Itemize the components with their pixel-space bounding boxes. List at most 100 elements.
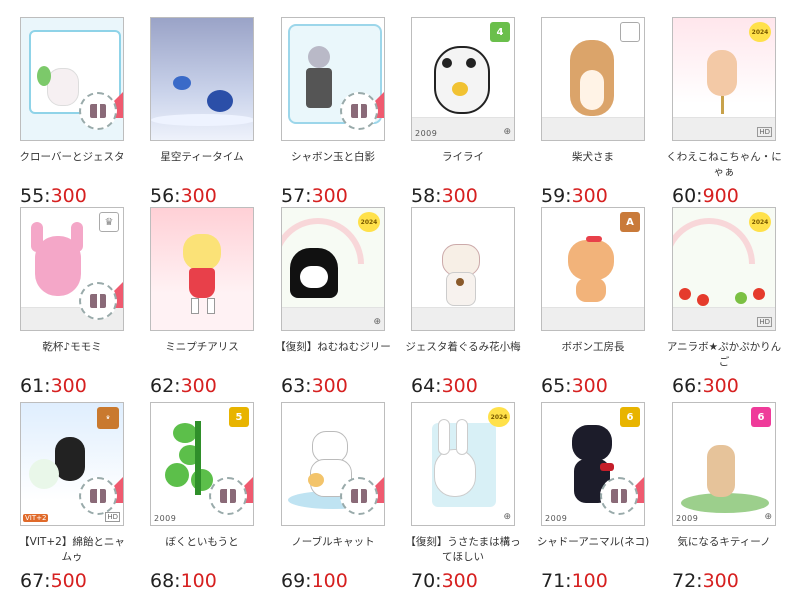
bear-figure <box>47 68 79 106</box>
item-name: シャドーアニマル(ネコ) <box>536 536 650 548</box>
item-thumbnail[interactable] <box>281 17 385 141</box>
item-card[interactable]: ノーブルキャット 69:100 <box>281 402 411 602</box>
item-card[interactable]: ♛ 乾杯♪モモミ 61:300 <box>20 207 150 407</box>
item-card[interactable]: ジェスタ着ぐるみ花小梅 64:300 <box>405 207 541 407</box>
item-thumbnail[interactable]: A <box>541 207 645 331</box>
zoom-icon[interactable]: ⊕ <box>503 512 511 522</box>
item-card[interactable]: 2024 ⊕ 【復刻】うさたまは構ってほしい 70:300 <box>405 402 541 602</box>
character-figure <box>308 46 330 68</box>
item-card[interactable]: 6 2009 ⊕ 気になるキティーノ 72:300 <box>672 402 800 602</box>
item-price: 68:100 <box>150 570 217 592</box>
item-thumbnail[interactable] <box>411 207 515 331</box>
item-thumbnail[interactable] <box>20 17 124 141</box>
gift-icon[interactable] <box>79 282 117 320</box>
bear-figure <box>568 240 614 280</box>
item-name: ライライ <box>442 151 484 163</box>
zoom-icon[interactable]: ⊕ <box>373 317 381 327</box>
item-thumbnail[interactable]: 2024 HD <box>672 17 776 141</box>
item-thumbnail[interactable]: 6 2009 ⊕ <box>672 402 776 526</box>
gift-icon[interactable] <box>340 477 378 515</box>
item-card[interactable]: 2024 HD くわえこねこちゃん・にゃぁ 60:900 <box>666 17 800 217</box>
year-badge: 2024 <box>749 22 771 42</box>
item-price: 67:500 <box>20 570 87 592</box>
item-card[interactable]: ♛ VIT+2 HD 【VIT+2】綿飴とニャムゥ 67:500 <box>19 402 150 602</box>
zoom-icon[interactable]: ⊕ <box>764 512 772 522</box>
item-thumbnail[interactable]: ♛ <box>20 207 124 331</box>
item-thumbnail[interactable] <box>281 402 385 526</box>
zoom-icon[interactable]: ⊕ <box>503 127 511 137</box>
item-name: クローバーとジェスタ <box>19 151 125 163</box>
item-price: 65:300 <box>541 375 608 397</box>
item-card[interactable]: 5 2009 ぼくといもうと 68:100 <box>150 402 280 602</box>
apple-figure <box>679 288 691 300</box>
kitten-figure <box>707 445 735 497</box>
item-price: 69:100 <box>281 570 348 592</box>
item-thumbnail[interactable] <box>150 207 254 331</box>
item-price: 61:300 <box>20 375 87 397</box>
item-name: くわえこねこちゃん・にゃぁ <box>666 151 782 178</box>
gift-icon[interactable] <box>79 92 117 130</box>
item-name: 柴犬さま <box>572 151 614 163</box>
item-card[interactable]: 柴犬さま 59:300 <box>541 17 671 217</box>
alice-figure <box>183 234 221 270</box>
item-grid: クローバーとジェスタ 55:300 星空ティータイム 56:300 シャボン玉と… <box>0 0 800 610</box>
item-price: 60:900 <box>672 185 739 207</box>
cotton-candy <box>29 459 59 489</box>
item-thumbnail[interactable]: 2024 HD <box>672 207 776 331</box>
item-thumbnail[interactable]: 2024 ⊕ <box>281 207 385 331</box>
event-badge: 6 <box>620 407 640 427</box>
year-label: 2009 <box>676 514 699 523</box>
year-badge: 2024 <box>749 212 771 232</box>
item-price: 66:300 <box>672 375 739 397</box>
item-name: シャボン玉と白影 <box>291 151 375 163</box>
item-price: 58:300 <box>411 185 478 207</box>
hd-label: HD <box>757 317 772 327</box>
item-name: ノーブルキャット <box>291 536 375 548</box>
item-price: 63:300 <box>281 375 348 397</box>
shadow-cat-figure <box>572 425 612 461</box>
item-price: 59:300 <box>541 185 608 207</box>
cat-figure <box>55 437 85 481</box>
item-card[interactable]: 2024 ⊕ 【復刻】ねむねむジリー 63:300 <box>275 207 411 407</box>
category-badge <box>620 22 640 42</box>
gift-icon[interactable] <box>209 477 247 515</box>
item-thumbnail[interactable]: 2024 ⊕ <box>411 402 515 526</box>
item-thumbnail[interactable]: 4 2009 ⊕ <box>411 17 515 141</box>
item-thumbnail[interactable] <box>150 17 254 141</box>
item-card[interactable]: 星空ティータイム 56:300 <box>150 17 280 217</box>
item-thumbnail[interactable]: ♛ VIT+2 HD <box>20 402 124 526</box>
panda-figure <box>434 46 490 114</box>
gift-icon[interactable] <box>79 477 117 515</box>
rabbit-figure <box>434 449 476 497</box>
item-card[interactable]: クローバーとジェスタ 55:300 <box>20 17 150 217</box>
item-thumbnail[interactable]: 6 2009 <box>541 402 645 526</box>
item-price: 55:300 <box>20 185 87 207</box>
workshop-icon: A <box>620 212 640 232</box>
year-label: 2009 <box>545 514 568 523</box>
item-price: 56:300 <box>150 185 217 207</box>
item-card[interactable]: A ボボン工房長 65:300 <box>541 207 671 407</box>
item-name: 【VIT+2】綿飴とニャムゥ <box>19 536 125 563</box>
item-card[interactable]: ミニプチアリス 62:300 <box>150 207 280 407</box>
kitten-figure <box>707 50 737 96</box>
year-label: 2009 <box>154 514 177 523</box>
item-card[interactable]: 2024 HD アニラボ★ぷかぷかりんご 66:300 <box>667 207 800 407</box>
year-label: 2009 <box>415 129 438 138</box>
item-name: ジェスタ着ぐるみ花小梅 <box>405 341 521 353</box>
hd-label: HD <box>757 127 772 137</box>
item-card[interactable]: シャボン玉と白影 57:300 <box>281 17 411 217</box>
item-price: 70:300 <box>411 570 478 592</box>
item-card[interactable]: 6 2009 シャドーアニマル(ネコ) 71:100 <box>537 402 671 602</box>
item-name: 【復刻】うさたまは構ってほしい <box>405 536 521 563</box>
item-thumbnail[interactable]: 5 2009 <box>150 402 254 526</box>
item-name: 【復刻】ねむねむジリー <box>275 341 391 353</box>
gift-icon[interactable] <box>340 92 378 130</box>
item-price: 57:300 <box>281 185 348 207</box>
crown-icon: ♛ <box>99 212 119 232</box>
gift-icon[interactable] <box>600 477 638 515</box>
event-badge: 6 <box>751 407 771 427</box>
hd-label: HD <box>105 512 120 522</box>
item-card[interactable]: 4 2009 ⊕ ライライ 58:300 <box>411 17 541 217</box>
item-name: アニラボ★ぷかぷかりんご <box>666 341 782 368</box>
item-thumbnail[interactable] <box>541 17 645 141</box>
